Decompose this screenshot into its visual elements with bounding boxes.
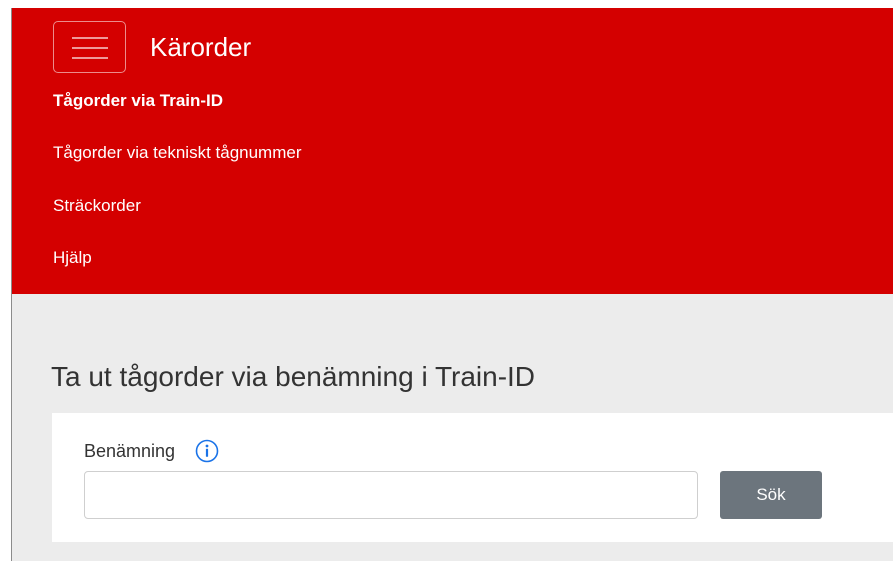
search-button[interactable]: Sök — [720, 471, 822, 519]
hamburger-icon — [72, 47, 108, 49]
top-edge — [0, 0, 893, 8]
benamning-label: Benämning — [84, 441, 176, 461]
search-card: Benämning Sök — [52, 413, 893, 542]
page-title: Ta ut tågorder via benämning i Train-ID — [51, 361, 536, 392]
info-icon[interactable] — [195, 439, 219, 463]
brand-title[interactable]: Kärorder — [150, 32, 251, 62]
nav-item-tagorder-tekniskt-tagnummer[interactable]: Tågorder via tekniskt tågnummer — [53, 143, 302, 163]
benamning-input[interactable] — [84, 471, 698, 519]
app-window: Kärorder Tågorder via Train-ID Tågorder … — [0, 0, 893, 561]
navbar: Kärorder Tågorder via Train-ID Tågorder … — [11, 8, 893, 294]
hamburger-icon — [72, 37, 108, 39]
hamburger-icon — [72, 57, 108, 59]
nav-item-tagorder-train-id[interactable]: Tågorder via Train-ID — [53, 91, 223, 111]
main-content: Ta ut tågorder via benämning i Train-ID … — [11, 294, 893, 561]
left-edge — [0, 0, 11, 561]
nav-item-strackorder[interactable]: Sträckorder — [53, 196, 141, 216]
menu-toggle-button[interactable] — [53, 21, 126, 73]
nav-item-hjalp[interactable]: Hjälp — [53, 248, 92, 268]
